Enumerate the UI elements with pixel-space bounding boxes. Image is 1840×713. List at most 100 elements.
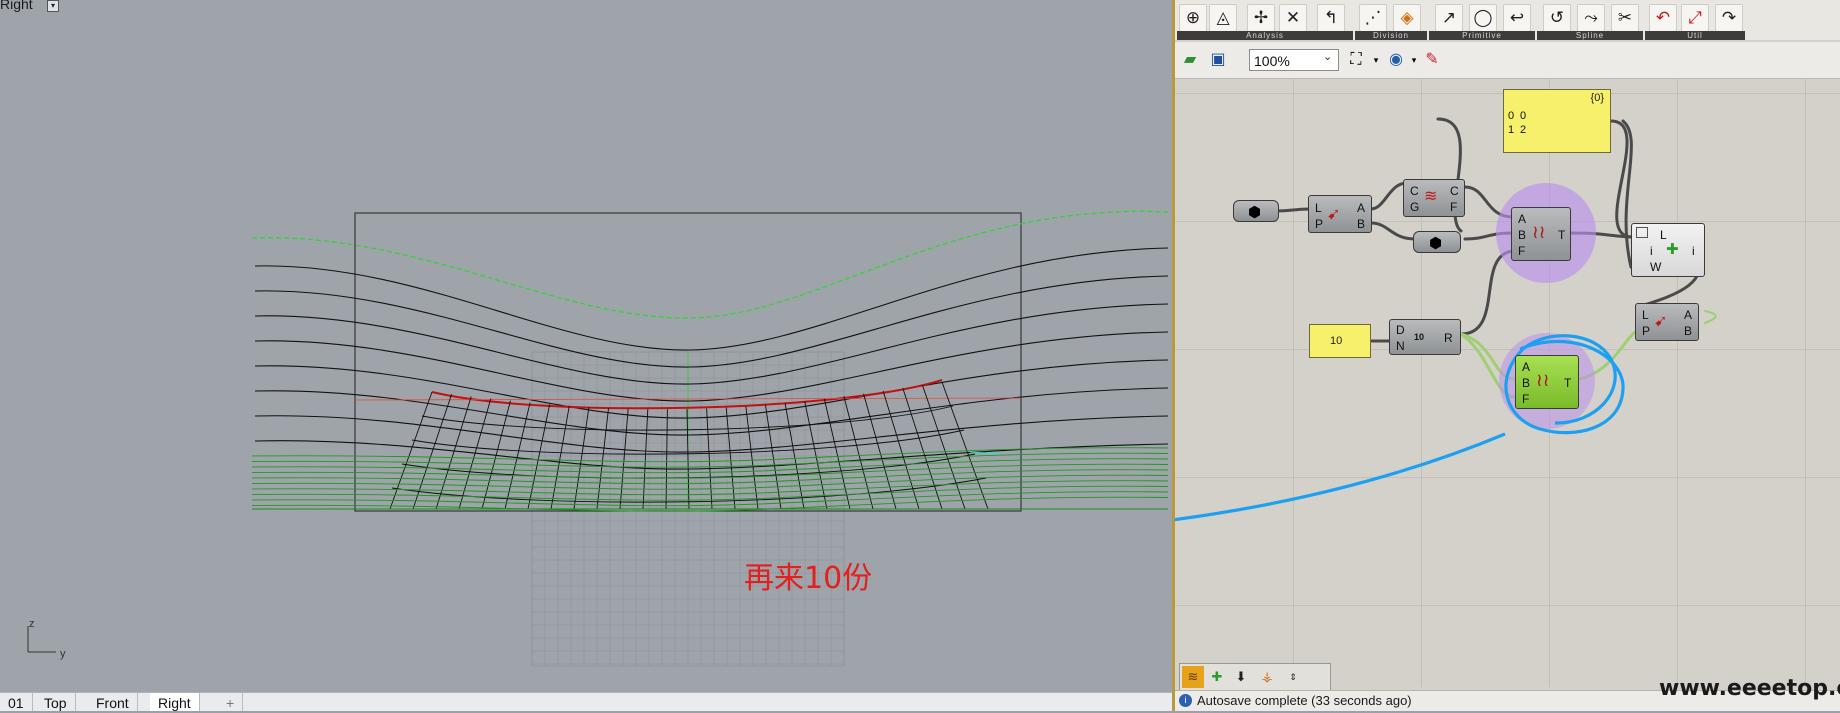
zoom-chevron-down-icon[interactable]: ⌄ — [1323, 50, 1332, 63]
status-message: Autosave complete (33 seconds ago) — [1197, 693, 1412, 708]
canvas-toolbar: ▰ ▣ 100% ⌄ ⛶ ▾ ◉ ▾ ✎ — [1175, 42, 1840, 79]
ribbon-spline-icon-2[interactable]: ⤳ — [1577, 4, 1605, 32]
wave-curve — [254, 359, 1169, 419]
input-b-label: B — [1518, 228, 1527, 242]
component-ribbon: ⊕ ◬ ✢ ✕ ↰ Analysis ⋰ ◈ Division ↗ ◯ ↩ Pr… — [1175, 0, 1840, 40]
wave-curve — [254, 247, 1169, 351]
input-d-label: D — [1396, 323, 1405, 337]
output-a-label: A — [1684, 308, 1693, 322]
tab-01[interactable]: 01 — [0, 693, 33, 711]
panel-header: {0} — [1590, 92, 1604, 104]
evaluate-icon: ➹ — [1327, 206, 1341, 223]
evaluate-length-component-2[interactable]: L P ➹ A B — [1635, 303, 1699, 341]
output-t-label: T — [1564, 376, 1572, 390]
ribbon-analysis-icon-3[interactable]: ✢ — [1247, 4, 1275, 32]
grasshopper-panel: ⊕ ◬ ✢ ✕ ↰ Analysis ⋰ ◈ Division ↗ ◯ ↩ Pr… — [1172, 0, 1840, 711]
number-slider[interactable]: 10 — [1309, 324, 1371, 358]
panel-row-value: 0 — [1520, 110, 1527, 122]
profiler-widget-icon[interactable]: ≋ — [1182, 666, 1204, 688]
ribbon-spline-icon-1[interactable]: ↺ — [1543, 4, 1571, 32]
evaluate-icon: ➹ — [1654, 313, 1668, 330]
open-file-icon[interactable]: ▰ — [1179, 49, 1201, 71]
input-p-label: P — [1642, 324, 1651, 338]
offset-curve-icon: ≋ — [1424, 188, 1438, 205]
ribbon-util-icon-1[interactable]: ↶ — [1649, 4, 1677, 32]
ribbon-primitive-icon-3[interactable]: ↩ — [1503, 4, 1531, 32]
output-b-label: B — [1684, 324, 1693, 338]
data-panel[interactable]: {0} 0 0 1 2 — [1503, 89, 1611, 153]
input-p-label: P — [1315, 217, 1324, 231]
tab-front[interactable]: Front — [88, 693, 138, 711]
input-w-label: W — [1650, 260, 1662, 274]
curve-param-node-2[interactable]: ⬢ — [1413, 231, 1461, 253]
viewport-title[interactable]: Right — [0, 0, 33, 12]
output-b-label: B — [1357, 217, 1366, 231]
zoom-extents-menu-icon[interactable]: ▾ — [1365, 49, 1387, 71]
panel-row-index: 0 — [1508, 110, 1515, 122]
ribbon-group-division: ⋰ ◈ Division — [1355, 0, 1427, 40]
wave-curve — [254, 387, 1169, 436]
save-file-icon[interactable]: ▣ — [1207, 49, 1229, 71]
ribbon-primitive-icon-2[interactable]: ◯ — [1469, 4, 1497, 32]
ribbon-util-icon-2[interactable]: ⤢ — [1681, 4, 1709, 32]
evaluate-length-component[interactable]: L P ➹ A B — [1308, 195, 1372, 233]
flame-widget-icon[interactable]: ⚶ — [1256, 666, 1278, 688]
ribbon-division-icon-1[interactable]: ⋰ — [1359, 4, 1387, 32]
zoom-extents-icon[interactable]: ⛶ — [1345, 49, 1367, 71]
ribbon-analysis-icon-2[interactable]: ◬ — [1209, 4, 1237, 32]
curve-param-node[interactable]: ⬢ — [1233, 200, 1279, 222]
range-icon: 10 — [1414, 332, 1425, 342]
output-c-label: C — [1450, 184, 1459, 198]
tab-top[interactable]: Top — [36, 693, 76, 711]
rhino-viewport[interactable]: Right ▾ z y 再来10份 — [0, 0, 1172, 692]
input-l-label: L — [1315, 201, 1322, 215]
ribbon-analysis-icon-1[interactable]: ⊕ — [1179, 4, 1207, 32]
ribbon-spline-icon-3[interactable]: ✂ — [1611, 4, 1639, 32]
output-r-label: R — [1444, 331, 1453, 345]
input-a-label: A — [1522, 360, 1531, 374]
mesh-line — [389, 391, 433, 510]
offset-curve-component[interactable]: C G ≋ C F — [1403, 179, 1465, 217]
hexagon-param-icon: ⬢ — [1429, 235, 1443, 252]
output-i-label: i — [1692, 244, 1695, 258]
ribbon-division-icon-2[interactable]: ◈ — [1393, 4, 1421, 32]
tab-add-icon[interactable]: + — [218, 693, 244, 711]
ribbon-analysis-icon-5[interactable]: ↰ — [1317, 4, 1345, 32]
mesh-line — [823, 398, 851, 510]
output-f-label: F — [1450, 200, 1458, 214]
ribbon-group-spline: ↺ ⤳ ✂ Spline — [1537, 0, 1643, 40]
ribbon-analysis-icon-4[interactable]: ✕ — [1279, 4, 1307, 32]
tween-curve-component[interactable]: A B F ≀≀ T — [1511, 207, 1571, 261]
tween-curve-icon: ≀≀ — [1532, 222, 1546, 242]
mesh-line — [665, 409, 668, 510]
ribbon-label-division: Division — [1355, 31, 1427, 40]
panel-row-value: 2 — [1520, 124, 1527, 136]
ribbon-label-spline: Spline — [1537, 31, 1643, 40]
min-max-widget-icon[interactable]: ⇕ — [1282, 666, 1304, 688]
axis-y-label: y — [60, 648, 66, 660]
viewport-geometry — [27, 210, 1169, 667]
bake-widget-icon[interactable]: ⬇ — [1230, 666, 1252, 688]
grasshopper-canvas[interactable]: {0} 0 0 1 2 ⬢ L P ➹ A B C G ≋ C F ⬢ A B … — [1175, 79, 1840, 687]
ribbon-label-analysis: Analysis — [1177, 31, 1353, 40]
tween-curve-component-green[interactable]: A B F ≀≀ T — [1515, 355, 1579, 409]
input-b-label: B — [1522, 376, 1531, 390]
divide-domain-component[interactable]: D N 10 R — [1389, 319, 1461, 355]
ribbon-primitive-icon-1[interactable]: ↗ — [1435, 4, 1463, 32]
tab-right[interactable]: Right — [150, 693, 200, 711]
input-a-label: A — [1518, 212, 1527, 226]
input-c-label: C — [1410, 184, 1419, 198]
hexagon-param-icon: ⬢ — [1248, 204, 1262, 221]
mesh-line — [804, 401, 828, 510]
ribbon-util-icon-3[interactable]: ↷ — [1715, 4, 1743, 32]
input-l-label: L — [1642, 308, 1649, 322]
list-widget-icon[interactable]: ✚ — [1206, 666, 1228, 688]
ribbon-group-analysis: ⊕ ◬ ✢ ✕ ↰ Analysis — [1177, 0, 1353, 40]
list-item-component[interactable]: L i W ✚ i — [1631, 223, 1705, 277]
viewport-tab-bar: 01 Top Front Right + — [0, 692, 1172, 711]
output-a-label: A — [1357, 201, 1366, 215]
ribbon-label-util: Util — [1645, 31, 1745, 40]
viewport-menu-chevron-icon[interactable]: ▾ — [47, 0, 59, 12]
sketch-pen-icon[interactable]: ✎ — [1421, 49, 1443, 71]
ribbon-group-primitive: ↗ ◯ ↩ Primitive — [1429, 0, 1535, 40]
